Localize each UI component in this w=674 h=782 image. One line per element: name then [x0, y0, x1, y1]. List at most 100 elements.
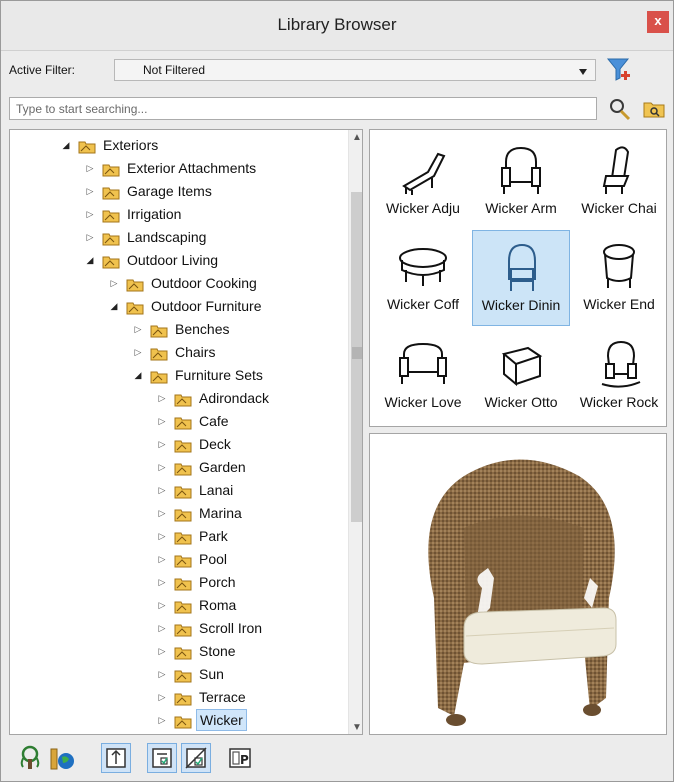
- tree-item[interactable]: ▷ Terrace: [10, 686, 346, 708]
- library-tree[interactable]: ◢ Exteriors ▷ Exterior Attachments ▷ Garage I…: [9, 129, 363, 735]
- tree-item[interactable]: ◢ Exteriors: [10, 134, 346, 156]
- tree-view-button[interactable]: [15, 743, 45, 773]
- add-filter-button[interactable]: [605, 56, 633, 84]
- tree-item[interactable]: ▷ Benches: [10, 318, 346, 340]
- tree-item[interactable]: ▷ Chairs: [10, 341, 346, 363]
- expand-arrow-icon[interactable]: ▷: [84, 157, 96, 179]
- collapse-arrow-icon[interactable]: ◢: [108, 295, 120, 317]
- tree-item-label: Wicker: [196, 709, 247, 731]
- tree-item-label: Stone: [199, 643, 236, 659]
- tree-item[interactable]: ▷ Lanai: [10, 479, 346, 501]
- expand-arrow-icon[interactable]: ▷: [132, 341, 144, 363]
- folder-search-button[interactable]: [642, 98, 666, 120]
- filter-check-icon: [185, 747, 207, 769]
- search-button[interactable]: [609, 97, 631, 121]
- expand-arrow-icon[interactable]: ▷: [156, 594, 168, 616]
- window-title: Library Browser: [277, 15, 397, 34]
- tree-item[interactable]: ▷ Garage Items: [10, 180, 346, 202]
- tree-item[interactable]: ▷ Exterior Attachments: [10, 157, 346, 179]
- tree-item[interactable]: ▷ Outdoor Cooking: [10, 272, 346, 294]
- tree-item[interactable]: ▷ Deck: [10, 433, 346, 455]
- expand-arrow-icon[interactable]: ▷: [156, 640, 168, 662]
- tree-item[interactable]: ▷ Pool: [10, 548, 346, 570]
- tree-item[interactable]: ▷ Porch: [10, 571, 346, 593]
- expand-arrow-icon[interactable]: ▷: [156, 663, 168, 685]
- expand-arrow-icon[interactable]: ▷: [156, 525, 168, 547]
- tree-item[interactable]: ▷ Adirondack: [10, 387, 346, 409]
- tree-item[interactable]: ▷ Cafe: [10, 410, 346, 432]
- thumbnail-item[interactable]: Wicker Rock: [570, 328, 668, 424]
- expand-arrow-icon[interactable]: ▷: [156, 387, 168, 409]
- thumbnail-item-selected[interactable]: Wicker Dinin: [472, 230, 570, 326]
- search-input[interactable]: [9, 97, 597, 120]
- tree-item-label: Exterior Attachments: [127, 160, 257, 176]
- expand-arrow-icon[interactable]: ▷: [84, 226, 96, 248]
- tree-item[interactable]: ▷ Roma: [10, 594, 346, 616]
- library-globe-button[interactable]: [47, 743, 77, 773]
- folder-icon: [174, 575, 192, 591]
- folder-icon: [150, 368, 168, 384]
- end-table-icon: [603, 244, 635, 288]
- title-bar[interactable]: Library Browser x: [1, 1, 673, 51]
- tree-item[interactable]: ▷ Garden: [10, 456, 346, 478]
- tree-item[interactable]: ▷ Sun: [10, 663, 346, 685]
- tree-item[interactable]: ▷ Park: [10, 525, 346, 547]
- tree-item[interactable]: ▷ Landscaping: [10, 226, 346, 248]
- expand-arrow-icon[interactable]: ▷: [156, 617, 168, 639]
- properties-button[interactable]: P: [225, 743, 255, 773]
- chair-icon: [602, 146, 630, 194]
- expand-arrow-icon[interactable]: ▷: [84, 180, 96, 202]
- thumbnail-label: Wicker Love: [384, 394, 462, 410]
- folder-icon: [102, 253, 120, 269]
- tree-item-label: Cafe: [199, 413, 229, 429]
- thumbnail-item[interactable]: Wicker Arm: [472, 134, 570, 230]
- expand-arrow-icon[interactable]: ▷: [156, 709, 168, 731]
- expand-arrow-icon[interactable]: ▷: [108, 272, 120, 294]
- thumbnail-item[interactable]: Wicker Chai: [570, 134, 668, 230]
- folder-icon: [78, 138, 96, 154]
- tree-item-label: Sun: [199, 666, 224, 682]
- thumbnail-item[interactable]: Wicker End: [570, 230, 668, 326]
- tree-item[interactable]: ◢ Outdoor Furniture: [10, 295, 346, 317]
- thumbnail-label: Wicker Adju: [386, 200, 460, 216]
- active-filter-select[interactable]: Not Filtered: [114, 59, 596, 81]
- tree-scrollbar[interactable]: ▲ ▼: [348, 130, 362, 734]
- folder-icon: [174, 667, 192, 683]
- tree-item[interactable]: ▷ Scroll Iron: [10, 617, 346, 639]
- tree-item-label: Terrace: [199, 689, 246, 705]
- expand-arrow-icon[interactable]: ▷: [132, 318, 144, 340]
- close-button[interactable]: x: [647, 11, 669, 33]
- collapse-arrow-icon[interactable]: ◢: [132, 364, 144, 386]
- thumbnail-item[interactable]: Wicker Coff: [374, 230, 472, 326]
- expand-arrow-icon[interactable]: ▷: [156, 548, 168, 570]
- expand-arrow-icon[interactable]: ▷: [156, 456, 168, 478]
- expand-arrow-icon[interactable]: ▷: [156, 686, 168, 708]
- folder-icon: [150, 345, 168, 361]
- tree-item[interactable]: ▷ Stone: [10, 640, 346, 662]
- tree-item[interactable]: ▷ Wicker: [10, 709, 346, 731]
- thumbnail-item[interactable]: Wicker Otto: [472, 328, 570, 424]
- expand-arrow-icon[interactable]: ▷: [84, 203, 96, 225]
- thumbnail-item[interactable]: Wicker Love: [374, 328, 472, 424]
- collapse-arrow-icon[interactable]: ◢: [60, 134, 72, 156]
- expand-arrow-icon[interactable]: ▷: [156, 433, 168, 455]
- scroll-up-icon[interactable]: ▲: [349, 130, 362, 146]
- expand-arrow-icon[interactable]: ▷: [156, 502, 168, 524]
- sort-view-button[interactable]: [101, 743, 131, 773]
- wicker-chair-preview-image: [428, 459, 617, 726]
- thumbnail-label: Wicker Dinin: [481, 297, 561, 313]
- thumbnail-item[interactable]: Wicker Adju: [374, 134, 472, 230]
- tree-item[interactable]: ◢ Outdoor Living: [10, 249, 346, 271]
- expand-arrow-icon[interactable]: ▷: [156, 410, 168, 432]
- tree-item[interactable]: ▷ Marina: [10, 502, 346, 524]
- tree-item-label: Furniture Sets: [175, 367, 263, 383]
- checklist-view-button[interactable]: [147, 743, 177, 773]
- filter-check-button[interactable]: [181, 743, 211, 773]
- expand-arrow-icon[interactable]: ▷: [156, 571, 168, 593]
- folder-icon: [174, 621, 192, 637]
- tree-item[interactable]: ▷ Irrigation: [10, 203, 346, 225]
- expand-arrow-icon[interactable]: ▷: [156, 479, 168, 501]
- collapse-arrow-icon[interactable]: ◢: [84, 249, 96, 271]
- tree-item[interactable]: ◢ Furniture Sets: [10, 364, 346, 386]
- scroll-down-icon[interactable]: ▼: [349, 720, 362, 734]
